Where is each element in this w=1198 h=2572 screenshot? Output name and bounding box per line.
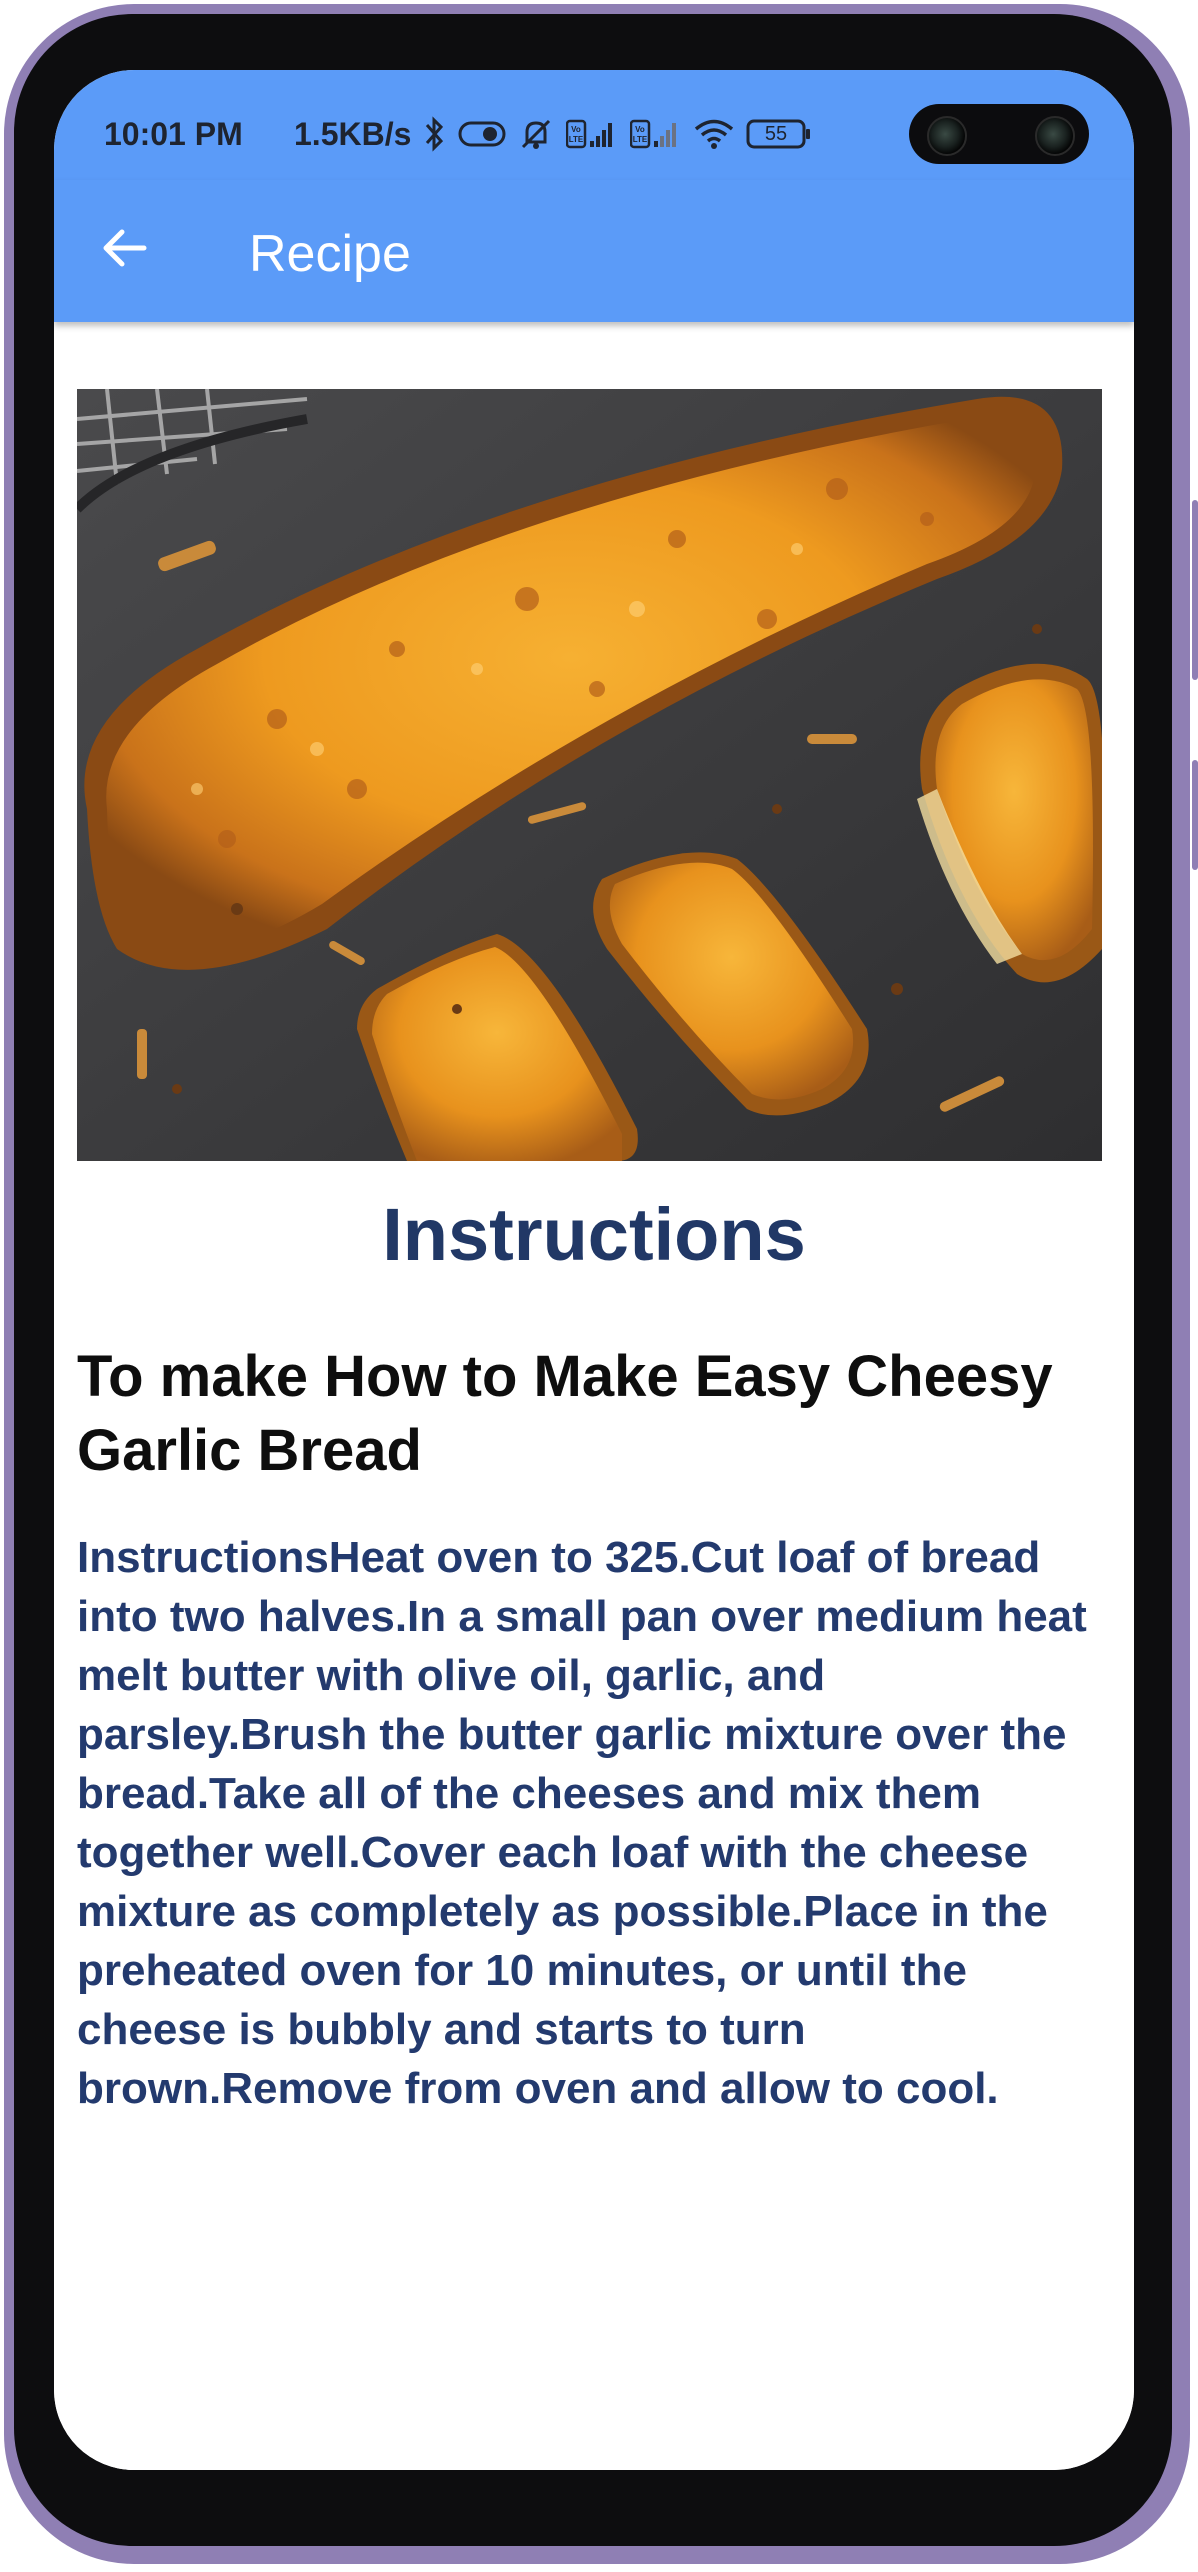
svg-text:Vo: Vo — [635, 125, 645, 134]
back-button[interactable] — [94, 220, 154, 280]
page-title: Recipe — [249, 225, 411, 283]
volte-signal-icon: Vo LTE — [566, 117, 618, 151]
status-time: 10:01 PM — [104, 116, 243, 152]
recipe-title: To make How to Make Easy Cheesy Garlic B… — [77, 1344, 1053, 1483]
camera-lens — [927, 116, 967, 156]
toggle-icon — [458, 120, 506, 148]
status-bar: 10:01 PM 1.5KB/s Vo LTE Vo LTE 55 — [54, 70, 1134, 180]
volume-button — [1192, 500, 1198, 680]
recipe-instructions: InstructionsHeat oven to 325.Cut loaf of… — [77, 1533, 1087, 2113]
camera-cutout — [909, 104, 1089, 164]
power-button — [1192, 760, 1198, 870]
recipe-image — [77, 389, 1102, 1161]
arrow-left-icon — [100, 228, 148, 273]
screen: 10:01 PM 1.5KB/s Vo LTE Vo LTE 55 Recipe… — [54, 70, 1134, 2470]
network-speed: 1.5KB/s — [294, 116, 412, 152]
camera-lens-2 — [1035, 116, 1075, 156]
bluetooth-icon — [424, 116, 446, 152]
phone-mockup: 10:01 PM 1.5KB/s Vo LTE Vo LTE 55 Recipe… — [0, 0, 1198, 2572]
wifi-icon — [694, 118, 734, 150]
section-heading: Instructions — [382, 1193, 806, 1276]
app-bar: Recipe — [54, 180, 1134, 322]
status-icons: Vo LTE Vo LTE 55 — [424, 112, 812, 156]
svg-text:Vo: Vo — [571, 125, 581, 134]
svg-text:LTE: LTE — [569, 135, 584, 144]
battery-icon: 55 — [746, 118, 812, 150]
svg-text:LTE: LTE — [633, 135, 648, 144]
recipe-content: Instructions To make How to Make Easy Ch… — [54, 322, 1134, 2470]
battery-level: 55 — [764, 123, 788, 145]
mute-icon — [518, 116, 554, 152]
volte-signal-icon-2: Vo LTE — [630, 117, 682, 151]
